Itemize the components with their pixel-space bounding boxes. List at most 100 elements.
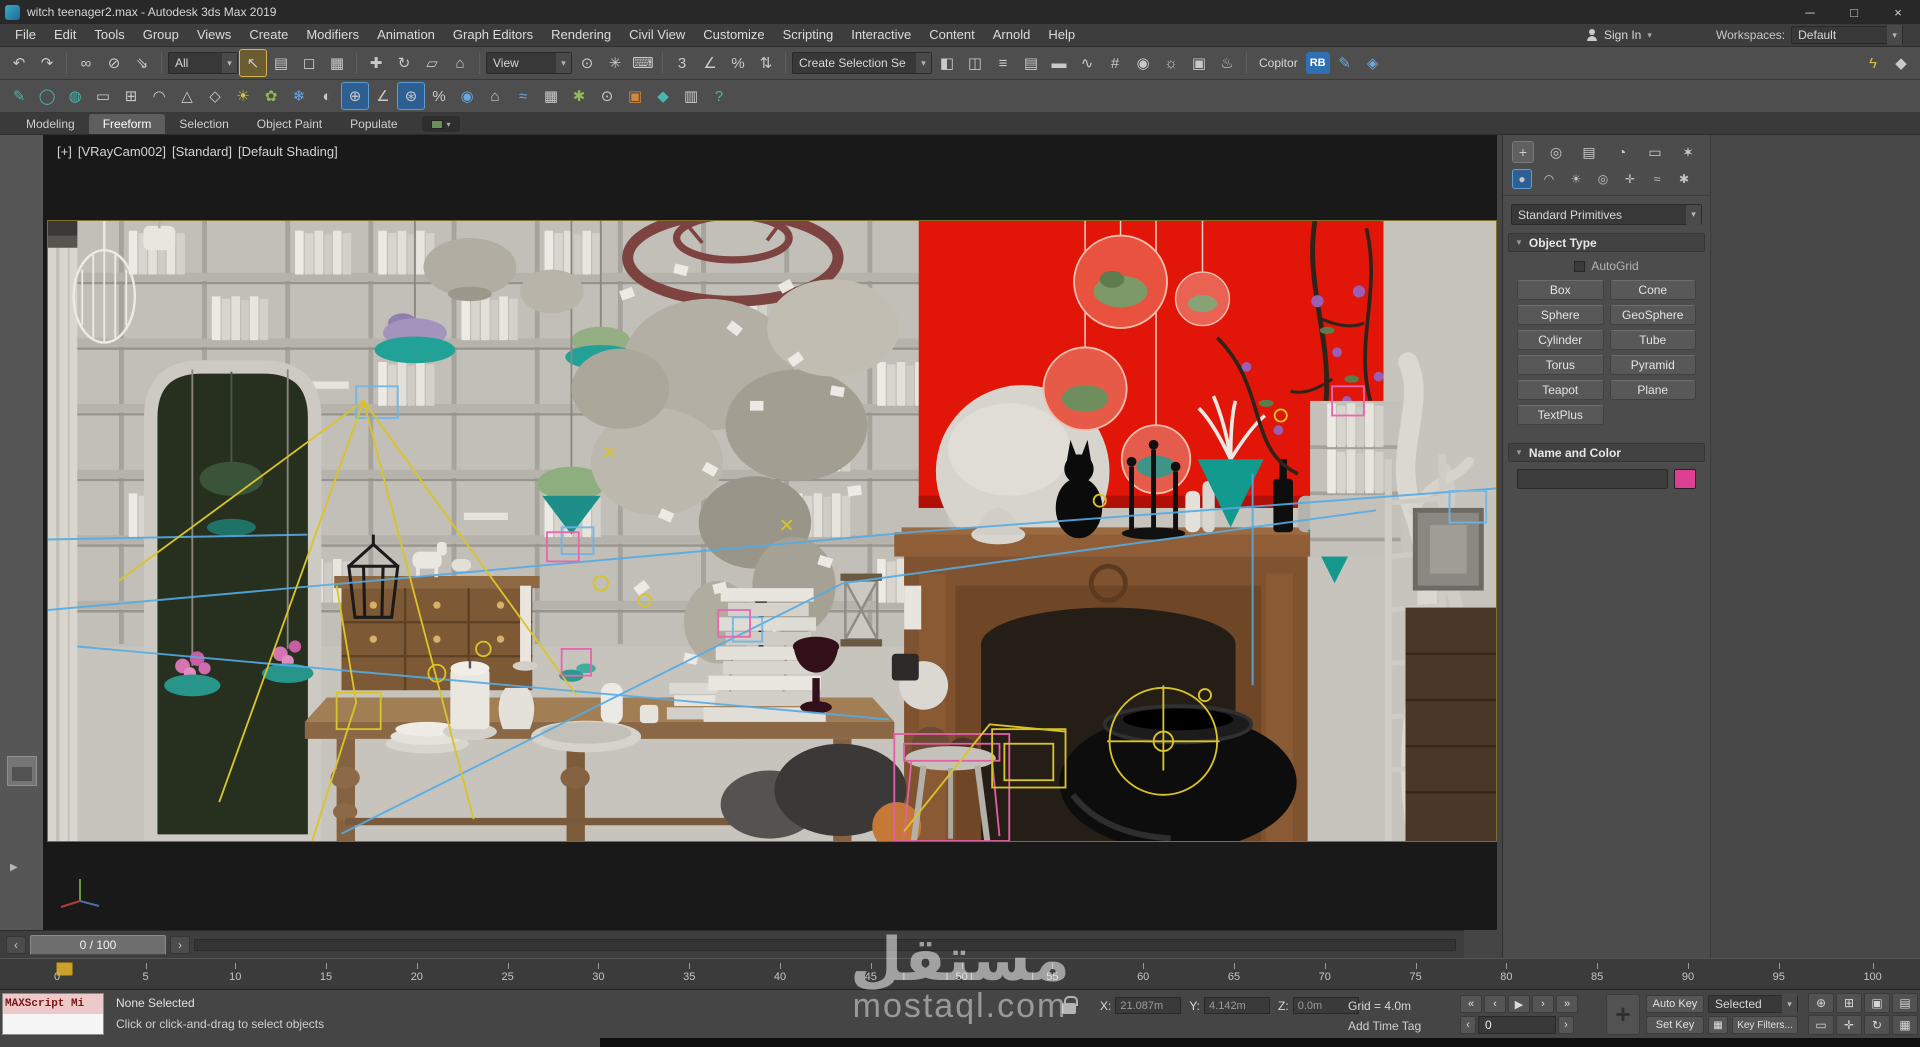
zoom-all-icon[interactable]: ⊞ bbox=[1836, 993, 1862, 1013]
percent-snap-icon[interactable]: % bbox=[426, 83, 452, 109]
utilities-panel-tab-icon[interactable]: ✶ bbox=[1678, 142, 1698, 162]
motion-panel-tab-icon[interactable]: ◔ bbox=[1612, 142, 1632, 162]
box-button[interactable]: Box bbox=[1517, 280, 1604, 300]
home-grid-icon[interactable]: ⌂ bbox=[482, 83, 508, 109]
set-key-button[interactable]: Set Key bbox=[1646, 1016, 1704, 1034]
rectangular-selection-region-icon[interactable]: ◻ bbox=[296, 50, 322, 76]
target-icon[interactable]: ⊙ bbox=[594, 83, 620, 109]
key-selection-dropdown[interactable]: Selected bbox=[1708, 994, 1798, 1014]
geometry-category-icon[interactable]: ● bbox=[1512, 169, 1532, 189]
frame-increment-button[interactable]: › bbox=[1558, 1016, 1574, 1034]
render-setup-icon[interactable]: ☼ bbox=[1158, 50, 1184, 76]
hierarchy-panel-tab-icon[interactable]: ▤ bbox=[1579, 142, 1599, 162]
menu-edit[interactable]: Edit bbox=[45, 24, 85, 46]
menu-file[interactable]: File bbox=[6, 24, 45, 46]
menu-rendering[interactable]: Rendering bbox=[542, 24, 620, 46]
menu-views[interactable]: Views bbox=[188, 24, 240, 46]
script-icon[interactable]: ✎ bbox=[1332, 50, 1358, 76]
tube-button[interactable]: Tube bbox=[1609, 330, 1696, 350]
menu-modifiers[interactable]: Modifiers bbox=[297, 24, 368, 46]
draw-tool-icon[interactable]: ✎ bbox=[6, 83, 32, 109]
plugin-icon[interactable]: ◈ bbox=[1360, 50, 1386, 76]
dock-expand-arrow-icon[interactable]: ▶ bbox=[10, 862, 18, 873]
system-icon[interactable]: ✱ bbox=[566, 83, 592, 109]
spinner-snap-toggle-icon[interactable]: ⇅ bbox=[753, 50, 779, 76]
gem-icon[interactable]: ◆ bbox=[650, 83, 676, 109]
mode-icon[interactable]: ◆ bbox=[1888, 50, 1914, 76]
maxscript-mini-listener[interactable]: MAXScript Mi bbox=[2, 993, 104, 1035]
time-slider-handle[interactable]: 0 / 100 bbox=[30, 935, 166, 955]
copitor-button[interactable]: Copitor bbox=[1253, 56, 1304, 70]
menu-help[interactable]: Help bbox=[1039, 24, 1084, 46]
viewport-label-segment[interactable]: [VRayCam002] bbox=[78, 144, 166, 159]
x-coordinate-field[interactable]: 21.087m bbox=[1115, 997, 1182, 1014]
previous-frame-arrow[interactable]: ‹ bbox=[6, 936, 26, 954]
toggle-scene-explorer-icon[interactable]: ▤ bbox=[1018, 50, 1044, 76]
key-filters-button[interactable]: Key Filters... bbox=[1732, 1016, 1798, 1034]
cone-tool-icon[interactable]: △ bbox=[174, 83, 200, 109]
go-to-end-button[interactable]: » bbox=[1556, 995, 1578, 1013]
plane-button[interactable]: Plane bbox=[1609, 380, 1696, 400]
minimize-button[interactable]: ─ bbox=[1788, 0, 1832, 24]
plane-tool-icon[interactable]: ▭ bbox=[90, 83, 116, 109]
current-frame-field[interactable]: 0 bbox=[1478, 1016, 1556, 1034]
maxscript-listener-pane[interactable] bbox=[3, 1014, 103, 1034]
maximize-viewport-toggle-icon[interactable]: ▦ bbox=[1892, 1015, 1918, 1035]
snap-2d-icon[interactable]: ⊕ bbox=[341, 82, 369, 110]
selection-filter-dropdown[interactable]: All bbox=[168, 52, 238, 74]
menu-arnold[interactable]: Arnold bbox=[984, 24, 1040, 46]
curve-editor-icon[interactable]: ∿ bbox=[1074, 50, 1100, 76]
edit-named-selection-sets-icon[interactable]: ◧ bbox=[934, 50, 960, 76]
viewport-label-segment[interactable]: [Default Shading] bbox=[238, 144, 338, 159]
object-type-rollout-header[interactable]: ▼ Object Type bbox=[1508, 233, 1705, 252]
menu-create[interactable]: Create bbox=[240, 24, 297, 46]
cylinder-button[interactable]: Cylinder bbox=[1517, 330, 1604, 350]
set-keys-button[interactable]: + bbox=[1606, 994, 1640, 1035]
rb-plugin-button[interactable]: RB bbox=[1305, 52, 1330, 74]
select-and-scale-icon[interactable]: ▱ bbox=[419, 50, 445, 76]
shapes-category-icon[interactable]: ◠ bbox=[1540, 170, 1558, 188]
pan-icon[interactable]: ✛ bbox=[1836, 1015, 1862, 1035]
next-frame-arrow[interactable]: › bbox=[170, 936, 190, 954]
maximize-button[interactable]: □ bbox=[1832, 0, 1876, 24]
mirror-icon[interactable]: ◫ bbox=[962, 50, 988, 76]
create-panel-tab-icon[interactable]: + bbox=[1512, 141, 1534, 163]
select-by-name-icon[interactable]: ▤ bbox=[268, 50, 294, 76]
menu-tools[interactable]: Tools bbox=[85, 24, 133, 46]
box-tool-icon[interactable]: ⊞ bbox=[118, 83, 144, 109]
geosphere-button[interactable]: GeoSphere bbox=[1609, 305, 1696, 325]
material-editor-icon[interactable]: ◉ bbox=[1130, 50, 1156, 76]
tab-populate[interactable]: Populate bbox=[336, 114, 411, 134]
select-and-place-icon[interactable]: ⌂ bbox=[447, 50, 473, 76]
systems-category-icon[interactable]: ✱ bbox=[1675, 170, 1693, 188]
menu-group[interactable]: Group bbox=[134, 24, 188, 46]
keyboard-shortcut-override-icon[interactable]: ⌨ bbox=[630, 50, 656, 76]
play-button[interactable]: ▶ bbox=[1508, 995, 1530, 1013]
track-bar[interactable]: 0 5 10 15 20 25 30 35 40 45 50 55 60 65 70 75 80 85 90 95 10… bbox=[0, 958, 1920, 989]
menu-civil-view[interactable]: Civil View bbox=[620, 24, 694, 46]
wave-icon[interactable]: ≈ bbox=[510, 83, 536, 109]
zoom-extents-icon[interactable]: ▣ bbox=[1864, 993, 1890, 1013]
menu-scripting[interactable]: Scripting bbox=[774, 24, 843, 46]
zoom-icon[interactable]: ⊕ bbox=[1808, 993, 1834, 1013]
name-color-rollout-header[interactable]: ▼ Name and Color bbox=[1508, 443, 1705, 462]
lightning-icon[interactable]: ϟ bbox=[1860, 50, 1886, 76]
tab-modeling[interactable]: Modeling bbox=[12, 114, 89, 134]
tab-freeform[interactable]: Freeform bbox=[88, 114, 166, 134]
rendered-frame-window-icon[interactable]: ▣ bbox=[1186, 50, 1212, 76]
diamond-tool-icon[interactable]: ◇ bbox=[202, 83, 228, 109]
torus-button[interactable]: Torus bbox=[1517, 355, 1604, 375]
next-frame-button[interactable]: › bbox=[1532, 995, 1554, 1013]
selection-lock-icon[interactable] bbox=[1062, 996, 1078, 1014]
undo-icon[interactable]: ↶ bbox=[6, 50, 32, 76]
bind-to-space-warp-icon[interactable]: ⇘ bbox=[129, 50, 155, 76]
mini-floater[interactable] bbox=[7, 756, 37, 786]
select-and-rotate-icon[interactable]: ↻ bbox=[391, 50, 417, 76]
maxscript-macro-pane[interactable]: MAXScript Mi bbox=[3, 994, 103, 1014]
zoom-region-icon[interactable]: ▭ bbox=[1808, 1015, 1834, 1035]
previous-frame-button[interactable]: ‹ bbox=[1484, 995, 1506, 1013]
primitives-dropdown[interactable]: Standard Primitives bbox=[1511, 204, 1702, 225]
grid-icon[interactable]: ▦ bbox=[538, 83, 564, 109]
snaps-toggle-icon[interactable]: 3 bbox=[669, 50, 695, 76]
angle-snap-icon[interactable]: ∠ bbox=[370, 83, 396, 109]
